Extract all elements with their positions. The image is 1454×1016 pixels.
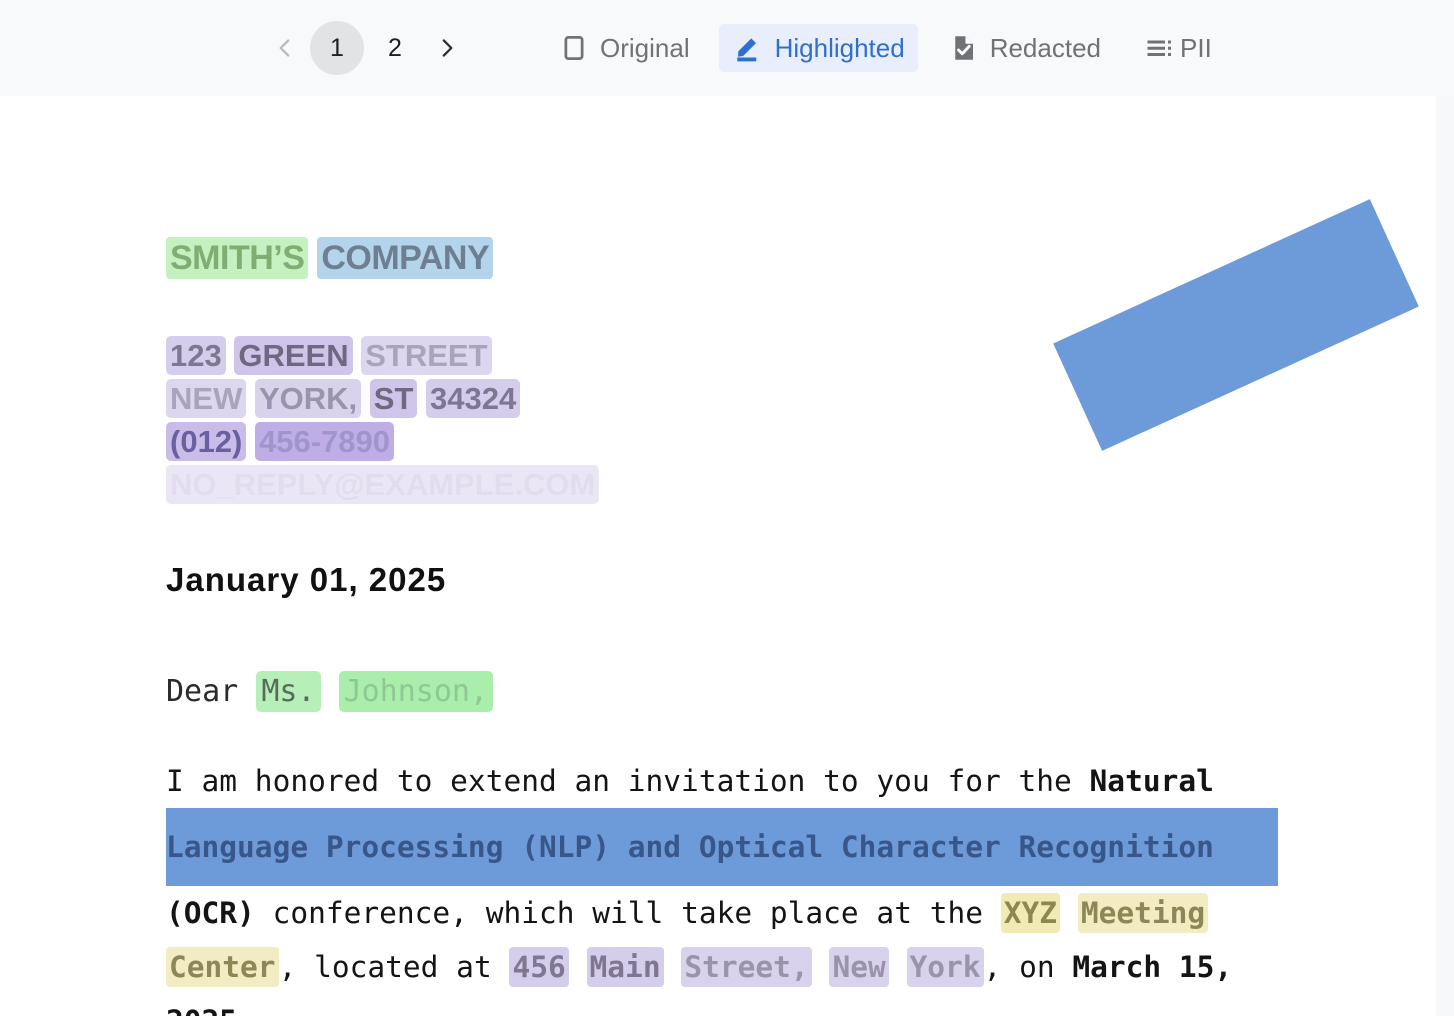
letter-salutation: Dear Ms. Johnson,	[166, 671, 494, 712]
salutation-name: Johnson,	[338, 671, 494, 712]
body-addr-street: Street,	[681, 947, 812, 987]
chevron-left-icon	[279, 39, 290, 57]
email-token: NO_REPLY@EXAMPLE.COM	[166, 465, 600, 504]
address-line-4: NO_REPLY@EXAMPLE.COM	[166, 463, 600, 506]
body-text-located: , located at	[278, 950, 510, 984]
letterhead-token-smiths: SMITH’S	[166, 237, 309, 279]
chevron-right-icon	[442, 39, 453, 57]
body-org-meeting: Meeting	[1077, 893, 1209, 933]
tab-pii-label: PII	[1180, 32, 1212, 63]
body-addr-456: 456	[509, 947, 569, 987]
body-addr-main: Main	[586, 947, 664, 987]
body-addr-new: New	[829, 947, 889, 987]
salutation-title: Ms.	[256, 671, 321, 712]
tab-redacted[interactable]: Redacted	[934, 24, 1114, 72]
company-letterhead: SMITH’S COMPANY	[166, 237, 494, 279]
letterhead-token-company: COMPANY	[317, 237, 494, 279]
body-term-ocr: (OCR)	[166, 896, 255, 930]
body-date-year: 2025.	[166, 1004, 255, 1016]
page-number-1[interactable]: 1	[310, 21, 364, 75]
summarize-list-icon	[1143, 31, 1177, 65]
body-term-natural: Natural	[1089, 764, 1214, 798]
address-line-1: 123 GREEN STREET	[166, 334, 599, 377]
document-check-icon	[947, 31, 981, 65]
redacted-logo-shape	[1053, 199, 1419, 451]
pencil-underline-icon	[732, 31, 766, 65]
next-page-button[interactable]	[424, 25, 470, 71]
body-org-center: Center	[166, 947, 279, 987]
body-text-intro: I am honored to extend an invitation to …	[166, 764, 1090, 798]
prev-page-button[interactable]	[262, 25, 308, 71]
address-token-123: 123	[166, 336, 226, 375]
address-token-york: YORK,	[254, 379, 362, 418]
address-token-new: NEW	[166, 379, 247, 418]
address-line-3: (012) 456-7890	[166, 420, 599, 463]
view-mode-switcher: Original Highlighted Redacted PII	[544, 24, 1225, 72]
address-token-st: ST	[369, 379, 418, 418]
phone-token-number: 456-7890	[255, 422, 395, 461]
body-addr-york: York	[906, 947, 984, 987]
body-text-conference: conference, which will take place at the	[254, 896, 1001, 930]
tab-highlighted-label: Highlighted	[774, 32, 905, 63]
viewer-toolbar: 1 2 Original Highlighted Redacted PII	[0, 0, 1454, 96]
body-date-march: March 15,	[1072, 950, 1233, 984]
page-navigation: 1 2	[262, 21, 470, 75]
salutation-dear: Dear	[166, 674, 239, 709]
phone-token-areacode: (012)	[166, 422, 247, 461]
address-token-zip: 34324	[426, 379, 521, 418]
address-line-2: NEW YORK, ST 34324	[166, 377, 599, 420]
tab-original[interactable]: Original	[544, 24, 703, 72]
tab-pii[interactable]: PII	[1130, 24, 1225, 72]
letter-date: January 01, 2025	[166, 561, 447, 598]
address-token-green: GREEN	[234, 336, 353, 375]
address-token-street: STREET	[361, 336, 492, 375]
tab-redacted-label: Redacted	[989, 32, 1101, 63]
company-address-block: 123 GREEN STREET NEW YORK, ST 34324 (012…	[166, 334, 600, 506]
tab-highlighted[interactable]: Highlighted	[718, 24, 918, 72]
body-text-on: , on	[983, 950, 1073, 984]
letter-body-paragraph: I am honored to extend an invitation to …	[166, 754, 1278, 1016]
body-org-xyz: XYZ	[1000, 893, 1061, 933]
document-page: SMITH’S COMPANY 123 GREEN STREET NEW YOR…	[0, 96, 1436, 1016]
body-highlight-nlp-ocr: Language Processing (NLP) and Optical Ch…	[166, 808, 1278, 886]
page-number-2[interactable]: 2	[368, 21, 422, 75]
rectangle-outline-icon	[557, 31, 591, 65]
tab-original-label: Original	[600, 32, 690, 63]
